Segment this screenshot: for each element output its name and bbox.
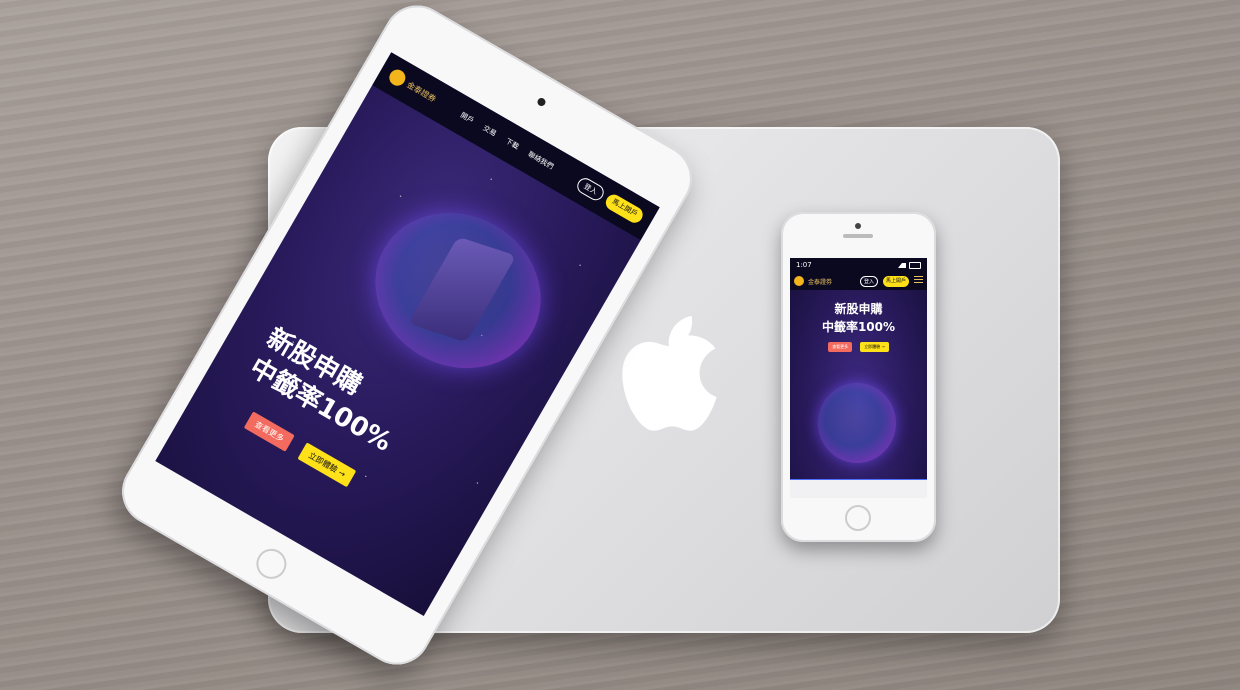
try-now-button[interactable]: 立即體驗 → — [860, 342, 889, 352]
signal-icon — [898, 262, 906, 268]
nav-item[interactable]: 聯絡我們 — [526, 149, 555, 172]
view-more-button[interactable]: 查看更多 — [828, 342, 853, 352]
status-icons — [898, 261, 921, 269]
login-button[interactable]: 登入 — [574, 175, 607, 204]
iphone-screen: 1:07 金泰證券 登入 馬上開戶 新股申購 中籤率100% 查看更多 立即體驗… — [790, 258, 927, 498]
hero-buttons: 查看更多 立即體驗 → — [790, 342, 927, 352]
logo-icon — [386, 66, 409, 89]
iphone-speaker — [843, 234, 873, 238]
battery-icon — [909, 261, 921, 269]
iphone-camera — [855, 223, 861, 229]
headline-line-2: 中籤率100% — [821, 320, 896, 334]
logo-text: 金泰證券 — [405, 79, 438, 104]
apple-logo-icon — [622, 315, 717, 431]
iphone-nav-actions: 登入 馬上開戶 — [859, 275, 923, 287]
status-bar: 1:07 — [790, 258, 927, 272]
open-account-button[interactable]: 馬上開戶 — [882, 275, 909, 287]
nav-item[interactable]: 開戶 — [459, 110, 476, 126]
open-account-button[interactable]: 馬上開戶 — [602, 191, 646, 226]
headline-line-1: 新股申購 — [834, 302, 883, 316]
nav-item[interactable]: 下載 — [504, 136, 521, 152]
iphone-home-button[interactable] — [845, 505, 871, 531]
hero-orb-illustration — [818, 383, 896, 463]
ipad-home-button[interactable] — [250, 543, 292, 585]
logo-text: 金泰證券 — [808, 278, 833, 286]
iphone-device: 1:07 金泰證券 登入 馬上開戶 新股申購 中籤率100% 查看更多 立即體驗… — [781, 212, 936, 542]
iphone-bottom-bar — [790, 479, 927, 498]
login-button[interactable]: 登入 — [859, 275, 878, 287]
logo-icon — [794, 276, 804, 286]
hamburger-menu-icon[interactable] — [914, 275, 923, 283]
hero-headline: 新股申購 中籤率100% — [790, 300, 927, 336]
iphone-logo[interactable]: 金泰證券 — [794, 276, 832, 286]
nav-item[interactable]: 交易 — [481, 123, 498, 139]
ipad-camera — [536, 96, 547, 108]
iphone-navbar: 金泰證券 登入 馬上開戶 — [790, 272, 927, 290]
status-time: 1:07 — [796, 261, 812, 269]
